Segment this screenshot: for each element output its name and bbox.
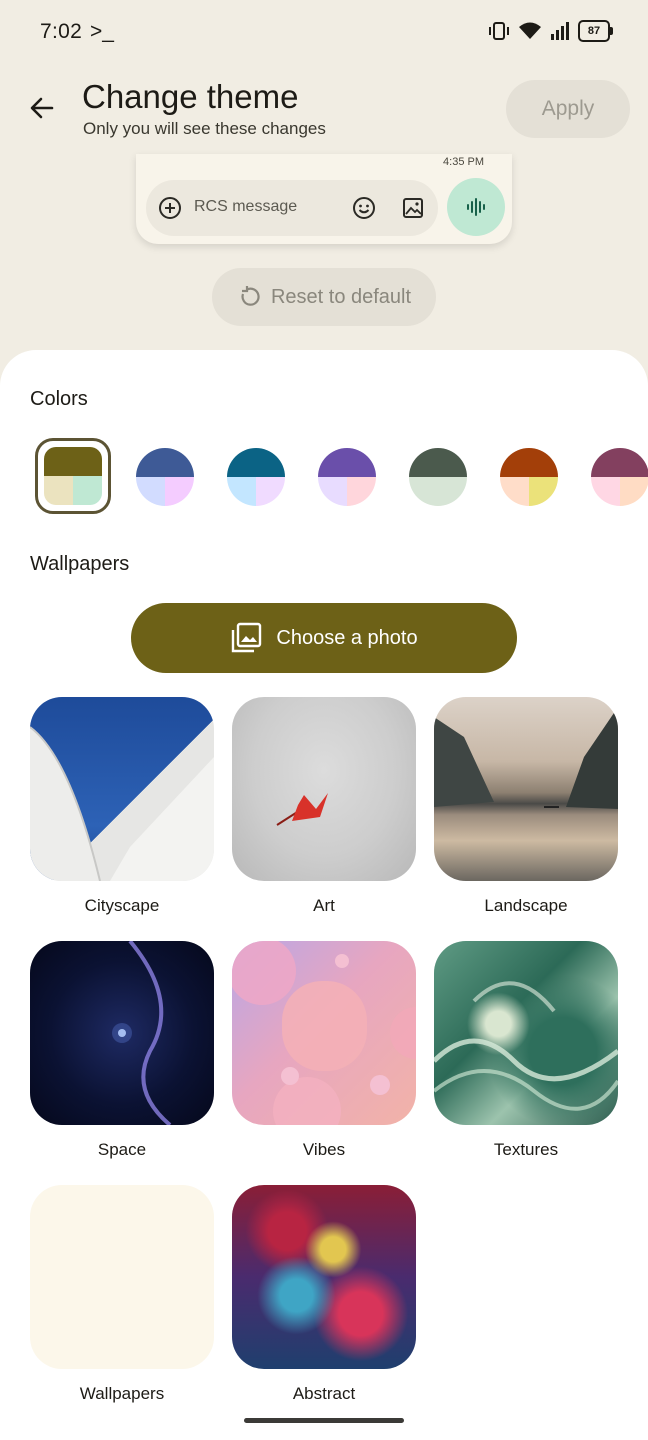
wallpaper-label: Textures bbox=[493, 1140, 559, 1159]
wallpaper-label: Vibes bbox=[302, 1140, 346, 1159]
wallpapers-heading: Wallpapers bbox=[30, 553, 130, 575]
customization-sheet: Colors Wallpapers Choose a photo Citysca… bbox=[0, 350, 648, 1440]
leaf-thumbnail bbox=[276, 793, 328, 826]
cityscape-thumbnail bbox=[30, 726, 214, 881]
waves-thumbnail bbox=[434, 981, 618, 1111]
status-bar: 7:02 >_ 87 bbox=[0, 0, 648, 64]
page-title: Change theme bbox=[82, 78, 299, 115]
wallpaper-category-abstract[interactable] bbox=[232, 1185, 416, 1369]
add-icon bbox=[159, 197, 181, 219]
reset-label: Reset to default bbox=[270, 285, 412, 308]
photo-library-icon bbox=[232, 622, 262, 653]
wallpaper-category-space[interactable] bbox=[30, 941, 214, 1125]
wallpaper-label: Cityscape bbox=[84, 896, 160, 915]
color-option[interactable] bbox=[500, 448, 558, 506]
back-arrow-icon bbox=[30, 97, 54, 119]
wallpaper-category-wallpapers[interactable] bbox=[30, 1185, 214, 1369]
signal-icon bbox=[551, 22, 569, 40]
color-option[interactable] bbox=[136, 448, 194, 506]
wallpaper-category-art[interactable] bbox=[232, 697, 416, 881]
color-option[interactable] bbox=[409, 448, 467, 506]
reset-to-default-button[interactable]: Reset to default bbox=[212, 268, 436, 326]
back-button[interactable] bbox=[22, 88, 62, 128]
choose-photo-button[interactable]: Choose a photo bbox=[131, 603, 517, 673]
color-option-selected[interactable] bbox=[35, 438, 111, 514]
wallpaper-label: Abstract bbox=[292, 1384, 356, 1403]
wallpaper-label: Landscape bbox=[484, 896, 568, 915]
compose-bar: RCS message bbox=[146, 180, 438, 236]
voice-button bbox=[447, 178, 505, 236]
terminal-icon: >_ bbox=[90, 20, 114, 43]
space-thumbnail bbox=[112, 941, 172, 1125]
landscape-thumbnail bbox=[434, 707, 618, 809]
color-option[interactable] bbox=[591, 448, 648, 506]
wallpaper-category-cityscape[interactable] bbox=[30, 697, 214, 881]
reset-icon bbox=[241, 286, 260, 306]
audio-wave-icon bbox=[467, 198, 485, 216]
apply-button[interactable]: Apply bbox=[506, 80, 630, 138]
theme-preview: 4:35 PM RCS message bbox=[136, 154, 512, 244]
wallpaper-label: Space bbox=[97, 1140, 147, 1159]
wallpaper-category-textures[interactable] bbox=[434, 941, 618, 1125]
choose-photo-label: Choose a photo bbox=[276, 626, 418, 649]
color-option[interactable] bbox=[318, 448, 376, 506]
bubbles-thumbnail bbox=[232, 941, 416, 1125]
wallpaper-category-vibes[interactable] bbox=[232, 941, 416, 1125]
page-subtitle: Only you will see these changes bbox=[83, 119, 326, 138]
header: Change theme Only you will see these cha… bbox=[0, 64, 648, 154]
emoji-icon bbox=[353, 197, 375, 219]
vibrate-icon bbox=[489, 22, 509, 40]
compose-placeholder: RCS message bbox=[194, 198, 298, 215]
wallpaper-label: Art bbox=[313, 896, 335, 915]
status-icons: 87 bbox=[488, 20, 613, 42]
wallpaper-label: Wallpapers bbox=[79, 1384, 165, 1403]
gallery-icon bbox=[403, 198, 423, 218]
status-time: 7:02 bbox=[40, 20, 83, 43]
color-options bbox=[0, 438, 648, 518]
wifi-icon bbox=[519, 22, 541, 39]
preview-timestamp: 4:35 PM bbox=[443, 156, 484, 168]
wallpaper-category-landscape[interactable] bbox=[434, 697, 618, 881]
color-option[interactable] bbox=[227, 448, 285, 506]
battery-icon: 87 bbox=[578, 20, 613, 42]
colors-heading: Colors bbox=[30, 388, 88, 410]
home-indicator[interactable] bbox=[244, 1418, 404, 1423]
